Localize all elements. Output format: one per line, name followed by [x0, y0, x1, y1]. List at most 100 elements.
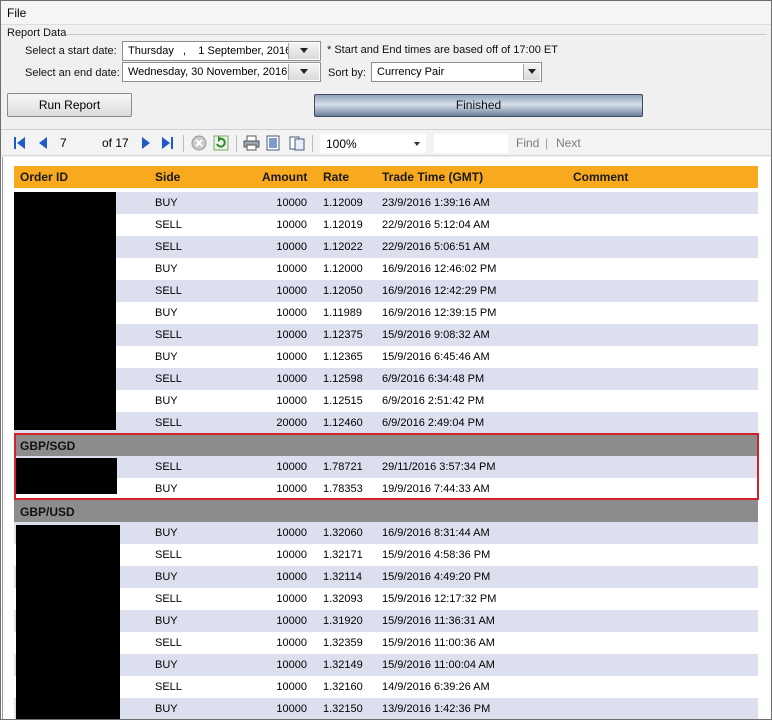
report-toolbar: 7 of 17 100% Find | Next: [1, 129, 771, 156]
table-row: SELL 10000 1.32093 15/9/2016 12:17:32 PM: [14, 588, 758, 610]
side-cell: BUY: [155, 197, 178, 209]
zoom-value: 100%: [326, 137, 357, 151]
header-amount: Amount: [262, 170, 308, 184]
end-date-value: Wednesday, 30 November, 2016: [128, 66, 288, 78]
trade-time-cell: 15/9/2016 6:45:46 AM: [382, 351, 490, 363]
header-comment: Comment: [573, 170, 629, 184]
page-count: of 17: [102, 136, 129, 150]
table-row: BUY 10000 1.12515 6/9/2016 2:51:42 PM: [14, 390, 758, 412]
table-row: BUY 10000 1.12000 16/9/2016 12:46:02 PM: [14, 258, 758, 280]
trade-time-cell: 15/9/2016 4:58:36 PM: [382, 549, 491, 561]
amount-cell: 10000: [276, 549, 307, 561]
print-icon[interactable]: [243, 135, 260, 151]
rate-cell: 1.31920: [323, 615, 363, 627]
side-cell: SELL: [155, 285, 182, 297]
start-date-value: Thursday , 1 September, 2016: [128, 45, 292, 57]
table-header: Order ID Side Amount Rate Trade Time (GM…: [14, 166, 758, 188]
side-cell: SELL: [155, 417, 182, 429]
trade-time-cell: 15/9/2016 11:36:31 AM: [382, 615, 495, 627]
rate-cell: 1.32093: [323, 593, 363, 605]
amount-cell: 10000: [276, 307, 307, 319]
toolbar-separator: [312, 135, 313, 152]
side-cell: BUY: [155, 571, 178, 583]
end-date-picker[interactable]: Wednesday, 30 November, 2016: [122, 62, 321, 82]
rate-cell: 1.12009: [323, 197, 363, 209]
side-cell: SELL: [155, 329, 182, 341]
find-next-button[interactable]: Next: [556, 136, 581, 150]
amount-cell: 10000: [276, 241, 307, 253]
rate-cell: 1.32171: [323, 549, 363, 561]
end-date-dropdown-button[interactable]: [288, 64, 319, 80]
trade-time-cell: 14/9/2016 6:39:26 AM: [382, 681, 490, 693]
trade-time-cell: 15/9/2016 12:17:32 PM: [382, 593, 497, 605]
trade-time-cell: 16/9/2016 12:46:02 PM: [382, 263, 497, 275]
trade-time-cell: 6/9/2016 6:34:48 PM: [382, 373, 485, 385]
print-layout-icon[interactable]: [266, 135, 280, 151]
table-row: BUY 10000 1.11989 16/9/2016 12:39:15 PM: [14, 302, 758, 324]
stop-icon[interactable]: [191, 135, 207, 151]
header-side: Side: [155, 170, 181, 184]
refresh-icon[interactable]: [213, 135, 229, 151]
trade-time-cell: 22/9/2016 5:06:51 AM: [382, 241, 490, 253]
amount-cell: 10000: [276, 703, 307, 715]
highlight-box: [14, 433, 759, 500]
chevron-down-icon: [300, 69, 308, 74]
rate-cell: 1.12050: [323, 285, 363, 297]
side-cell: BUY: [155, 659, 178, 671]
table-row: SELL 10000 1.12019 22/9/2016 5:12:04 AM: [14, 214, 758, 236]
trade-time-cell: 6/9/2016 2:49:04 PM: [382, 417, 485, 429]
side-cell: BUY: [155, 263, 178, 275]
run-report-button[interactable]: Run Report: [7, 93, 132, 117]
start-date-dropdown-button[interactable]: [288, 43, 319, 59]
rate-cell: 1.12515: [323, 395, 363, 407]
time-note: * Start and End times are based off of 1…: [327, 44, 558, 56]
table-row: SELL 10000 1.12598 6/9/2016 6:34:48 PM: [14, 368, 758, 390]
amount-cell: 10000: [276, 615, 307, 627]
side-cell: BUY: [155, 351, 178, 363]
side-cell: BUY: [155, 615, 178, 627]
rate-cell: 1.12375: [323, 329, 363, 341]
table-row: SELL 10000 1.32171 15/9/2016 4:58:36 PM: [14, 544, 758, 566]
amount-cell: 10000: [276, 219, 307, 231]
prev-page-icon[interactable]: [38, 135, 48, 151]
start-date-label: Select a start date:: [25, 45, 117, 57]
side-cell: BUY: [155, 307, 178, 319]
side-cell: SELL: [155, 637, 182, 649]
sort-by-value: Currency Pair: [377, 66, 445, 78]
status-progress-bar: Finished: [314, 94, 643, 117]
redacted-order-ids: [14, 192, 116, 430]
side-cell: SELL: [155, 681, 182, 693]
page-number-input[interactable]: 7: [56, 134, 96, 152]
amount-cell: 10000: [276, 197, 307, 209]
sort-by-dropdown-button[interactable]: [523, 64, 540, 80]
rate-cell: 1.12460: [323, 417, 363, 429]
report-viewer: Order ID Side Amount Rate Trade Time (GM…: [1, 157, 771, 719]
rate-cell: 1.12019: [323, 219, 363, 231]
menu-file[interactable]: File: [7, 6, 26, 20]
report-data-group-label: Report Data: [7, 27, 67, 39]
table-row: BUY 10000 1.12009 23/9/2016 1:39:16 AM: [14, 192, 758, 214]
side-cell: SELL: [155, 549, 182, 561]
header-trade-time: Trade Time (GMT): [382, 170, 484, 184]
start-date-picker[interactable]: Thursday , 1 September, 2016: [122, 41, 321, 61]
amount-cell: 10000: [276, 681, 307, 693]
last-page-icon[interactable]: [161, 135, 175, 151]
toolbar-separator: [183, 135, 184, 152]
rate-cell: 1.32114: [323, 571, 362, 583]
next-page-icon[interactable]: [141, 135, 151, 151]
group-name: GBP/USD: [20, 505, 75, 519]
rate-cell: 1.32150: [323, 703, 363, 715]
sort-by-label: Sort by:: [328, 67, 366, 79]
trade-time-cell: 13/9/2016 1:42:36 PM: [382, 703, 491, 715]
amount-cell: 10000: [276, 329, 307, 341]
first-page-icon[interactable]: [14, 135, 26, 151]
table-row: BUY 10000 1.32114 15/9/2016 4:49:20 PM: [14, 566, 758, 588]
sort-by-select[interactable]: Currency Pair: [371, 62, 542, 82]
zoom-select[interactable]: 100%: [320, 134, 426, 153]
page-setup-icon[interactable]: [289, 135, 305, 151]
find-input[interactable]: [434, 134, 508, 153]
amount-cell: 10000: [276, 395, 307, 407]
find-button[interactable]: Find: [516, 136, 539, 150]
table-row: SELL 10000 1.12050 16/9/2016 12:42:29 PM: [14, 280, 758, 302]
amount-cell: 10000: [276, 593, 307, 605]
